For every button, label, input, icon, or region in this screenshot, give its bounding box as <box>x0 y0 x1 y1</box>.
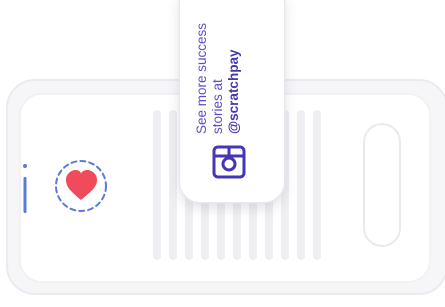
side-bar <box>23 177 27 213</box>
callout-line-2: stories at <box>210 79 225 134</box>
side-dot <box>23 164 27 168</box>
instagram-icon[interactable] <box>212 145 246 179</box>
home-button <box>363 123 401 247</box>
scratchpay-handle[interactable]: @scratchpay <box>226 12 242 134</box>
callout-text: See more success stories at @scratchpay <box>194 12 266 134</box>
callout-line-1: See more success <box>194 22 209 134</box>
